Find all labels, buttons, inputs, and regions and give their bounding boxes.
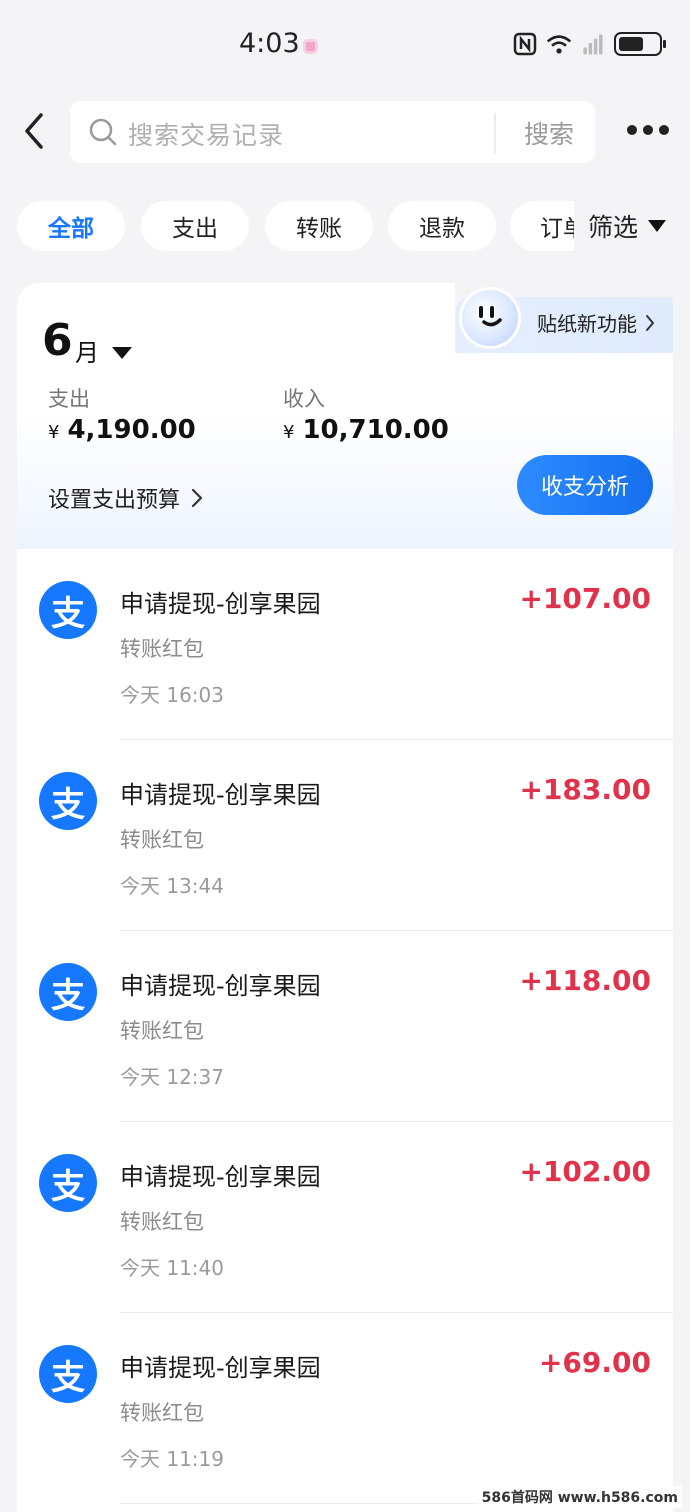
transaction-category: 转账红包 — [120, 828, 204, 852]
alipay-icon: 支 — [39, 772, 97, 830]
income-value: ¥10,710.00 — [283, 415, 449, 445]
set-budget-link[interactable]: 设置支出预算 — [48, 482, 204, 514]
transaction-amount: +183.00 — [519, 773, 651, 806]
month-number[interactable]: 6 — [42, 315, 73, 366]
status-time: 4:03 — [239, 28, 300, 59]
income-expense-analysis-button[interactable]: 收支分析 — [517, 455, 653, 515]
currency-symbol: ¥ — [48, 422, 60, 443]
expense-amount: 4,190.00 — [67, 415, 196, 445]
month-unit[interactable]: 月 — [75, 333, 99, 368]
chip-expense[interactable]: 支出 — [141, 201, 249, 251]
alipay-icon: 支 — [39, 1345, 97, 1403]
chip-order-clipped[interactable]: 订单 — [510, 201, 580, 251]
transaction-time: 今天 11:40 — [120, 1256, 224, 1280]
transaction-title: 申请提现-创享果园 — [120, 781, 321, 809]
chip-all[interactable]: 全部 — [17, 201, 125, 251]
sticker-feature-tab[interactable]: 贴纸新功能 — [455, 287, 673, 353]
transaction-title: 申请提现-创享果园 — [120, 1354, 321, 1382]
caret-down-icon — [648, 220, 667, 232]
transaction-row[interactable]: 支 申请提现-创享果园 转账红包 今天 12:37 +118.00 — [17, 931, 673, 1122]
transaction-category: 转账红包 — [120, 1210, 204, 1234]
dot-icon — [627, 125, 637, 135]
alipay-icon: 支 — [39, 1154, 97, 1212]
site-watermark: 586首码网 www.h586.com — [477, 1486, 682, 1508]
dot-icon — [659, 125, 669, 135]
dot-icon — [643, 125, 653, 135]
transaction-title: 申请提现-创享果园 — [120, 590, 321, 618]
sticker-feature-label: 贴纸新功能 — [537, 312, 637, 336]
filter-button[interactable]: 筛选 — [574, 201, 690, 251]
chip-transfer[interactable]: 转账 — [265, 201, 373, 251]
alipay-icon: 支 — [39, 581, 97, 639]
transaction-row[interactable]: 支 申请提现-创享果园 转账红包 今天 16:03 +107.00 — [17, 549, 673, 740]
search-button[interactable]: 搜索 — [504, 115, 594, 151]
more-options-button[interactable] — [627, 120, 673, 140]
transaction-title: 申请提现-创享果园 — [120, 972, 321, 1000]
budget-label: 设置支出预算 — [48, 488, 181, 513]
notification-dot-icon — [303, 39, 318, 54]
search-input[interactable]: 搜索交易记录 — [128, 116, 284, 152]
chevron-left-icon — [25, 113, 43, 149]
status-icons — [512, 30, 666, 58]
transaction-category: 转账红包 — [120, 1401, 204, 1425]
battery-icon — [614, 32, 666, 56]
back-button[interactable] — [14, 108, 54, 154]
currency-symbol: ¥ — [283, 422, 295, 443]
transaction-title: 申请提现-创享果园 — [120, 1163, 321, 1191]
signal-4g-icon — [583, 34, 603, 55]
nfc-icon — [513, 32, 537, 56]
transaction-time: 今天 12:37 — [120, 1065, 224, 1089]
alipay-icon: 支 — [39, 963, 97, 1021]
income-label: 收入 — [283, 387, 325, 411]
transaction-category: 转账红包 — [120, 637, 204, 661]
wifi-icon — [546, 35, 572, 54]
transaction-row[interactable]: 支 申请提现-创享果园 转账红包 今天 13:44 +183.00 — [17, 740, 673, 931]
filter-label: 筛选 — [588, 213, 639, 242]
search-divider — [494, 113, 496, 153]
transaction-amount: +118.00 — [519, 964, 651, 997]
sticker-mascot-icon — [459, 287, 521, 349]
transaction-row[interactable]: 支 申请提现-创享果园 转账红包 今天 11:40 +102.00 — [17, 1122, 673, 1313]
chevron-right-icon — [191, 488, 203, 508]
income-amount: 10,710.00 — [302, 415, 449, 445]
expense-label: 支出 — [48, 387, 90, 411]
transaction-list: 支 申请提现-创享果园 转账红包 今天 16:03 +107.00 支 申请提现… — [17, 549, 673, 1512]
transaction-time: 今天 11:19 — [120, 1447, 224, 1471]
caret-down-icon[interactable] — [112, 347, 132, 359]
transaction-amount: +102.00 — [519, 1155, 651, 1188]
search-icon — [89, 118, 117, 146]
transaction-time: 今天 13:44 — [120, 874, 224, 898]
chip-order[interactable]: 订单 — [510, 201, 580, 251]
filter-chips: 全部 支出 转账 退款 订单 筛选 — [0, 201, 690, 253]
transaction-amount: +107.00 — [519, 582, 651, 615]
expense-value: ¥4,190.00 — [48, 415, 196, 445]
chip-refund[interactable]: 退款 — [388, 201, 496, 251]
transaction-category: 转账红包 — [120, 1019, 204, 1043]
transaction-time: 今天 16:03 — [120, 683, 224, 707]
smile-face-icon — [479, 306, 502, 327]
transaction-amount: +69.00 — [538, 1346, 651, 1379]
chevron-right-icon — [646, 315, 654, 331]
search-box[interactable]: 搜索交易记录 搜索 — [70, 101, 595, 163]
status-bar: 4:03 — [0, 0, 690, 92]
transaction-row[interactable]: 支 申请提现-创享果园 转账红包 今天 11:19 +69.00 — [17, 1313, 673, 1504]
